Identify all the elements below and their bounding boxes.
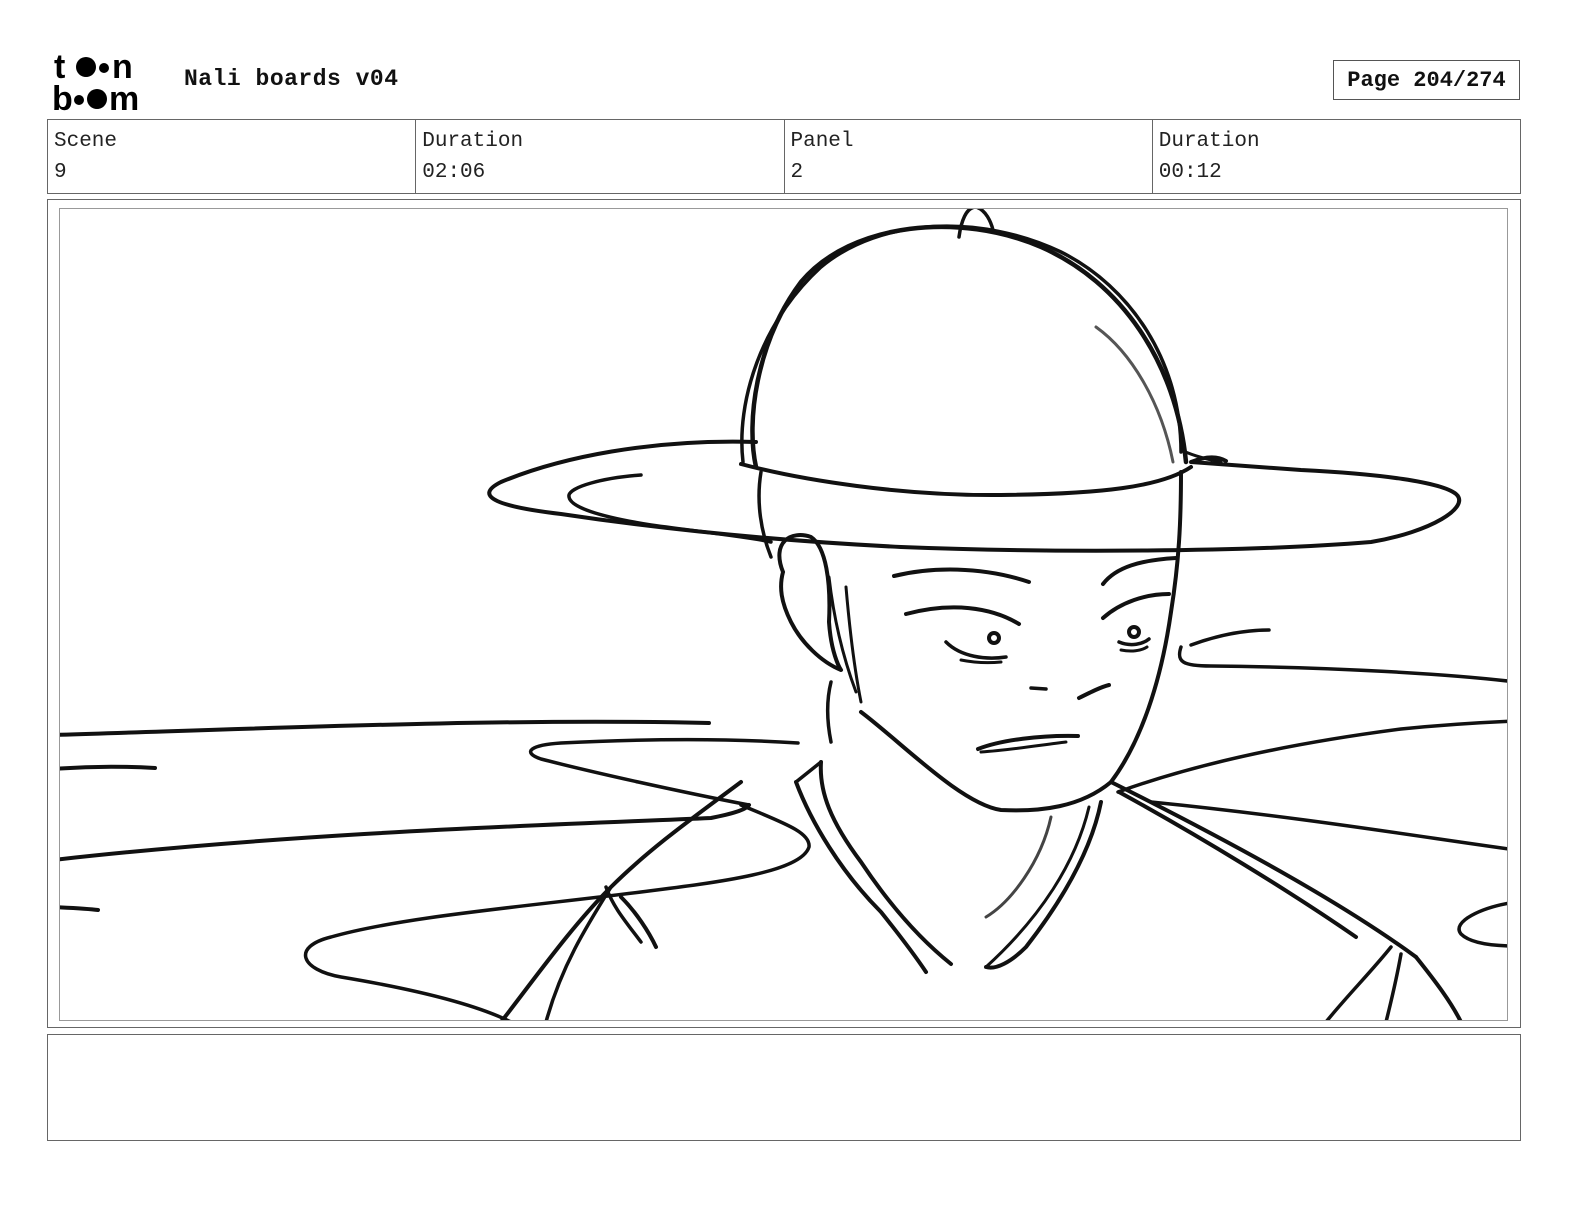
scene-cell: Scene 9 <box>48 120 417 193</box>
panel-duration-label: Duration <box>1158 130 1260 153</box>
scene-duration-value: 02:06 <box>422 161 486 184</box>
panel-label: Panel <box>790 130 854 153</box>
panel-notes <box>47 1034 1521 1141</box>
scene-duration-label: Duration <box>422 130 524 153</box>
panel-duration-value: 00:12 <box>1158 161 1222 184</box>
scene-duration-cell: Duration 02:06 <box>416 120 785 193</box>
storyboard-panel-frame <box>47 199 1521 1028</box>
document-title: Nali boards v04 <box>184 66 399 92</box>
toon-boom-logo: t n b m <box>52 50 139 112</box>
scene-label: Scene <box>54 130 118 153</box>
svg-text:m: m <box>109 80 139 112</box>
panel-cell: Panel 2 <box>785 120 1153 193</box>
scene-info-table: Scene 9 Duration 02:06 Panel 2 Duration … <box>47 119 1521 194</box>
page-indicator: Page 204/274 <box>1333 60 1520 100</box>
panel-sketch <box>60 209 1507 1020</box>
svg-text:b: b <box>52 80 73 112</box>
panel-duration-cell: Duration 00:12 <box>1153 120 1520 193</box>
scene-value: 9 <box>54 161 67 184</box>
panel-value: 2 <box>790 161 804 184</box>
storyboard-panel <box>59 208 1508 1021</box>
